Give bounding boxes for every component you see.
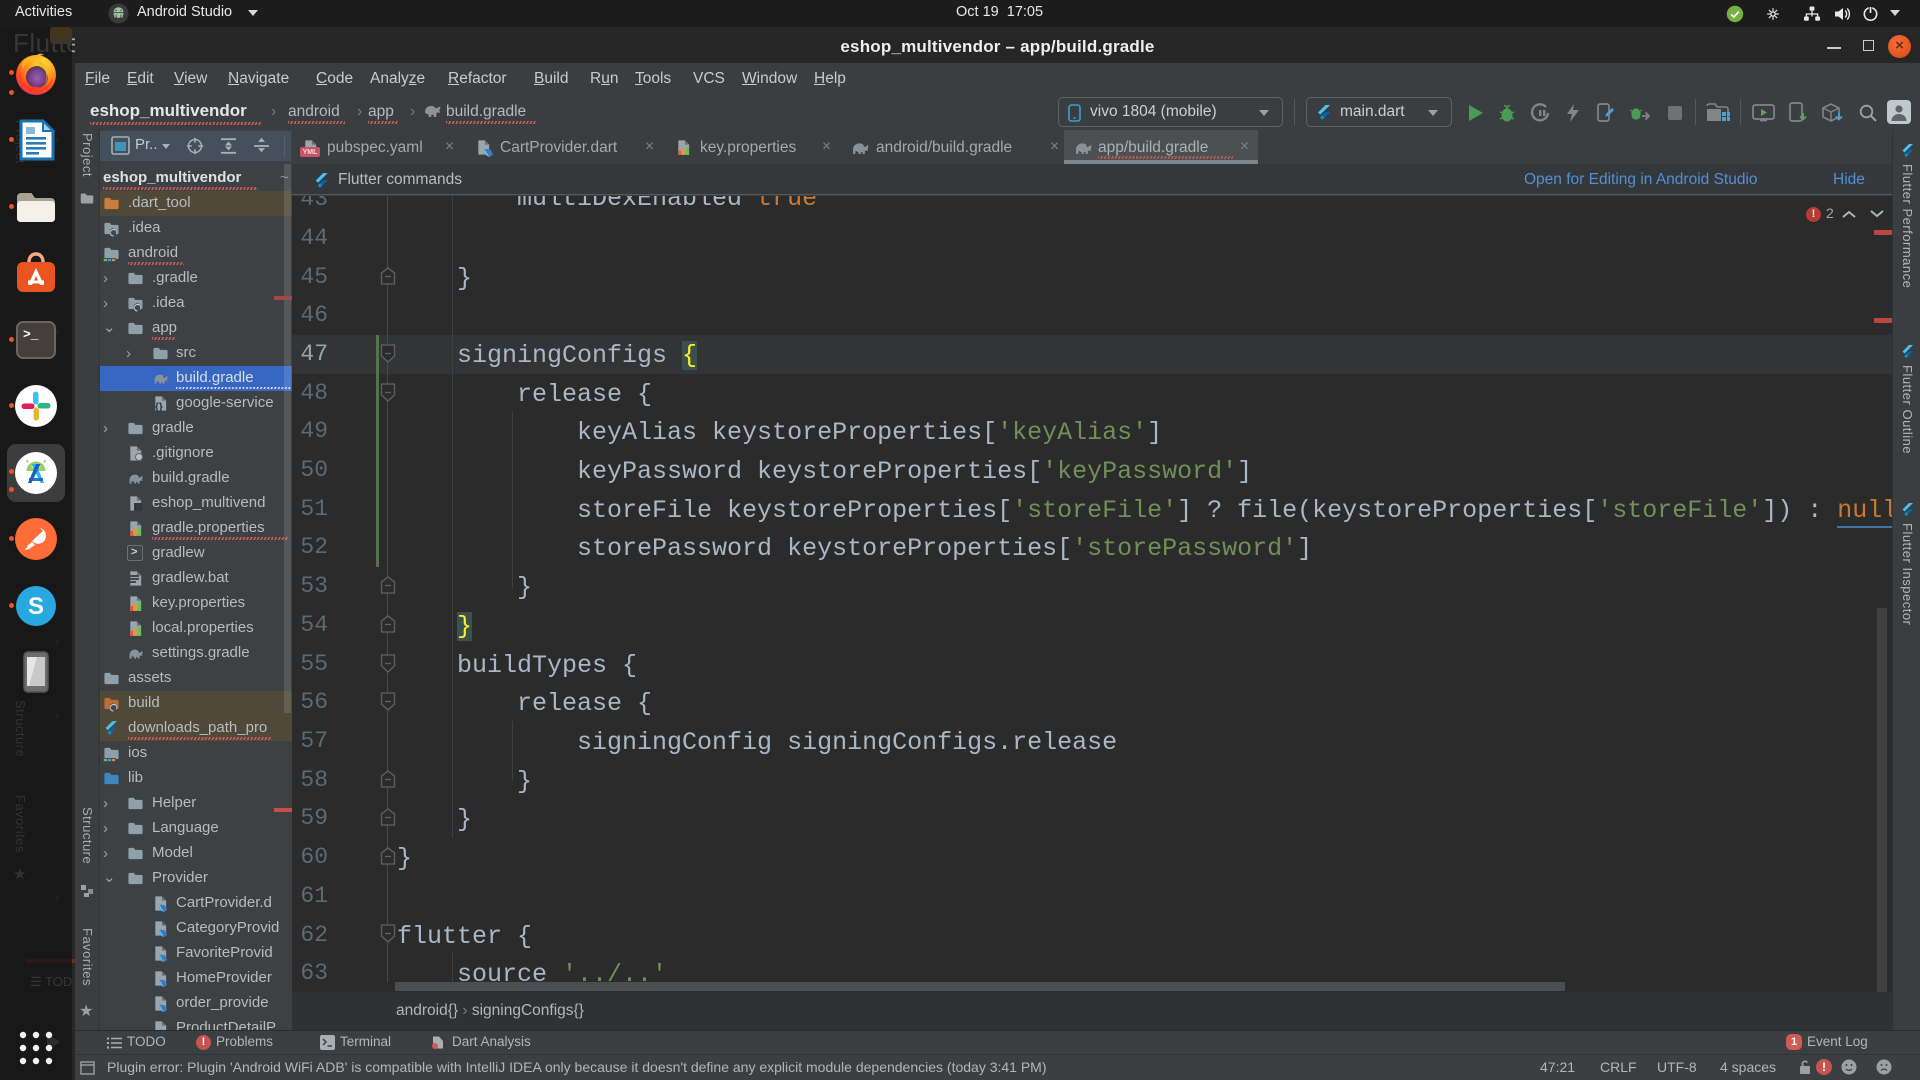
svg-text:>_: >_ <box>23 327 39 342</box>
svg-text:S: S <box>28 593 44 620</box>
